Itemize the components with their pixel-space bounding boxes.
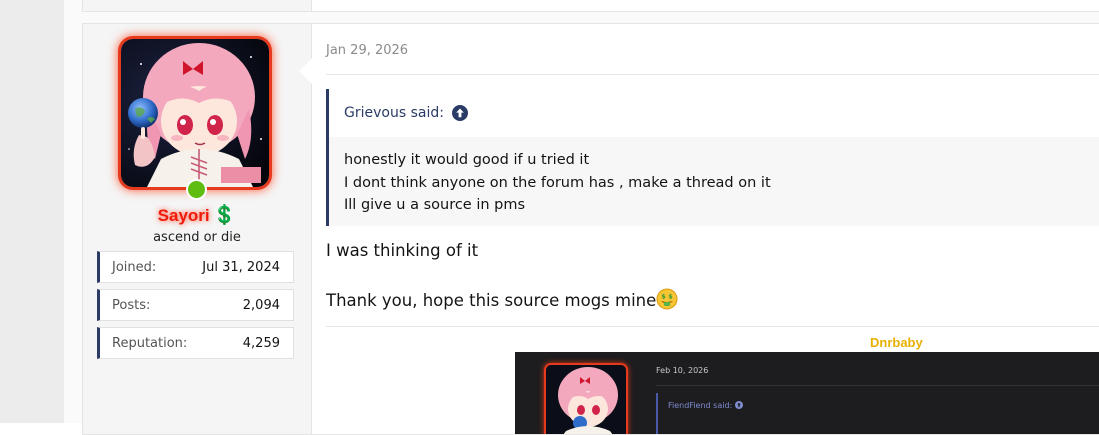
stat-reputation: Reputation: 4,259 (97, 327, 294, 359)
arrow-up-circle-icon (734, 401, 743, 409)
signature-divider (326, 326, 1099, 327)
signature-image-divider (656, 385, 1099, 386)
reply-line: I was thinking of it (326, 241, 479, 260)
signature-image-date: Feb 10, 2026 (656, 366, 709, 375)
quote-header: Grievous said: (329, 89, 1099, 137)
svg-text:$: $ (669, 293, 674, 301)
signature-image-quote: FiendFiend said: (656, 393, 1099, 434)
stat-value: 4,259 (242, 335, 280, 351)
signature-image-quote-author-text: FiendFiend said: (668, 401, 733, 410)
post-date-link[interactable]: Jan 29, 2026 (326, 43, 408, 58)
reply-line-with-emoji: Thank you, hope this source mogs mine $ … (326, 288, 678, 313)
username-row: Sayori 💲 (83, 203, 311, 226)
page-left-gutter (0, 0, 64, 423)
arrow-up-circle-icon[interactable] (451, 105, 468, 121)
signature-image: Feb 10, 2026 FiendFiend said: (515, 352, 1099, 434)
stat-label: Reputation: (112, 335, 188, 351)
signature-username: Dnrbaby (870, 335, 923, 350)
reply-text: I was thinking of it Thank you, hope thi… (326, 238, 678, 313)
signature-avatar (546, 365, 626, 434)
money-mouth-face-icon: $ $ (656, 288, 678, 310)
forum-post: Sayori 💲 ascend or die Joined: Jul 31, 20… (82, 23, 1099, 435)
quote-block: Grievous said: honestly it would good if… (326, 89, 1099, 226)
quote-author-link[interactable]: Grievous said: (344, 105, 444, 121)
post-header-divider (326, 74, 1099, 75)
user-title: ascend or die (153, 230, 241, 245)
signature-image-quote-author: FiendFiend said: (668, 401, 743, 410)
post-arrow-pointer (299, 58, 312, 84)
stat-posts: Posts: 2,094 (97, 289, 294, 321)
svg-text:$: $ (662, 293, 667, 301)
online-status-indicator (186, 179, 207, 200)
user-avatar[interactable] (121, 39, 269, 187)
stat-value: Jul 31, 2024 (202, 259, 280, 275)
stat-label: Posts: (112, 297, 151, 313)
username-link[interactable]: Sayori (158, 206, 210, 225)
dollar-icon: 💲 (212, 204, 237, 226)
reply-line: Thank you, hope this source mogs mine (326, 291, 657, 310)
stat-label: Joined: (112, 259, 157, 275)
quote-line: honestly it would good if u tried it (344, 152, 590, 168)
previous-post-user-column (83, 0, 312, 11)
quote-line: I dont think anyone on the forum has , m… (344, 174, 771, 191)
stat-value[interactable]: 2,094 (243, 298, 280, 313)
avatar-image (121, 39, 269, 187)
quote-line: Ill give u a source in pms (344, 197, 526, 213)
post-content: Jan 29, 2026 Grievous said: honestly it … (326, 24, 1099, 434)
stat-joined: Joined: Jul 31, 2024 (97, 251, 294, 283)
quote-body: honestly it would good if u tried it I d… (344, 149, 771, 217)
post-user-column: Sayori 💲 ascend or die Joined: Jul 31, 20… (83, 24, 312, 434)
previous-post (82, 0, 1099, 12)
